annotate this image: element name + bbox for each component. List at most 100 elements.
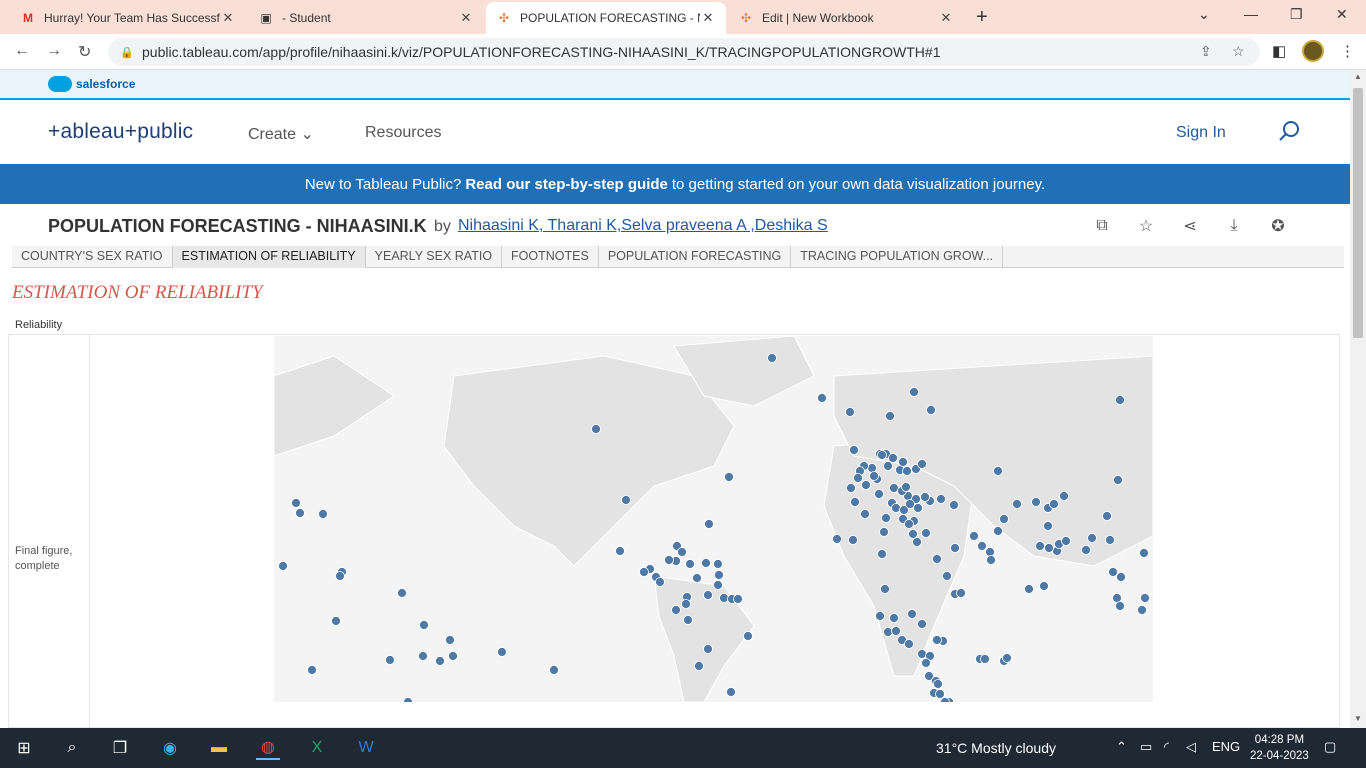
country-dot[interactable] — [874, 489, 884, 499]
country-dot[interactable] — [848, 535, 858, 545]
back-icon[interactable]: ← — [14, 42, 30, 60]
country-dot[interactable] — [885, 411, 895, 421]
country-dot[interactable] — [331, 616, 341, 626]
country-dot[interactable] — [1035, 541, 1045, 551]
minimize-icon[interactable]: — — [1244, 6, 1258, 22]
close-icon[interactable]: ✕ — [458, 10, 474, 26]
country-dot[interactable] — [549, 665, 559, 675]
country-dot[interactable] — [881, 513, 891, 523]
country-dot[interactable] — [704, 519, 714, 529]
country-dot[interactable] — [898, 457, 908, 467]
country-dot[interactable] — [912, 537, 922, 547]
country-dot[interactable] — [917, 619, 927, 629]
country-dot[interactable] — [891, 626, 901, 636]
country-dot[interactable] — [993, 526, 1003, 536]
country-dot[interactable] — [655, 577, 665, 587]
country-dot[interactable] — [639, 567, 649, 577]
country-dot[interactable] — [853, 473, 863, 483]
country-dot[interactable] — [908, 529, 918, 539]
scroll-up-icon[interactable]: ▲ — [1354, 72, 1362, 81]
country-dot[interactable] — [942, 571, 952, 581]
country-dot[interactable] — [867, 463, 877, 473]
country-dot[interactable] — [1049, 499, 1059, 509]
country-dot[interactable] — [920, 492, 930, 502]
weather-widget[interactable]: 31°C Mostly cloudy — [936, 740, 1056, 756]
tableau-public-logo[interactable]: +ableau+public — [48, 120, 193, 144]
restore-icon[interactable]: ❐ — [1290, 6, 1303, 23]
country-dot[interactable] — [318, 509, 328, 519]
scrollbar-thumb[interactable] — [1353, 88, 1363, 338]
country-dot[interactable] — [1012, 499, 1022, 509]
volume-icon[interactable]: ◁ — [1186, 739, 1196, 755]
chrome-icon[interactable]: ◍ — [256, 736, 280, 760]
country-dot[interactable] — [986, 555, 996, 565]
excel-icon[interactable]: X — [305, 736, 329, 760]
country-dot[interactable] — [1039, 581, 1049, 591]
download-icon[interactable]: ⤓ — [1224, 216, 1244, 236]
country-dot[interactable] — [917, 459, 927, 469]
country-dot[interactable] — [397, 588, 407, 598]
country-dot[interactable] — [850, 497, 860, 507]
country-dot[interactable] — [733, 594, 743, 604]
country-dot[interactable] — [1139, 548, 1149, 558]
country-dot[interactable] — [278, 561, 288, 571]
world-map[interactable] — [274, 336, 1153, 702]
tab-footnotes[interactable]: FOOTNOTES — [502, 246, 599, 268]
country-dot[interactable] — [445, 635, 455, 645]
country-dot[interactable] — [880, 584, 890, 594]
share-icon[interactable]: ⋖ — [1180, 216, 1200, 236]
country-dot[interactable] — [307, 665, 317, 675]
nav-create[interactable]: Create ⌄ — [248, 124, 314, 144]
favorite-icon[interactable]: ☆ — [1136, 216, 1156, 236]
country-dot[interactable] — [1105, 535, 1115, 545]
country-dot[interactable] — [861, 480, 871, 490]
reload-icon[interactable]: ↻ — [78, 42, 91, 62]
country-dot[interactable] — [877, 450, 887, 460]
country-dot[interactable] — [980, 654, 990, 664]
country-dot[interactable] — [956, 588, 966, 598]
country-dot[interactable] — [295, 508, 305, 518]
country-dot[interactable] — [714, 570, 724, 580]
battery-icon[interactable]: ▭ — [1140, 739, 1152, 755]
notifications-icon[interactable]: ▢ — [1324, 739, 1336, 755]
country-dot[interactable] — [591, 424, 601, 434]
country-dot[interactable] — [726, 687, 736, 697]
country-dot[interactable] — [883, 627, 893, 637]
country-dot[interactable] — [921, 528, 931, 538]
country-dot[interactable] — [888, 453, 898, 463]
country-dot[interactable] — [883, 461, 893, 471]
country-dot[interactable] — [1087, 533, 1097, 543]
country-dot[interactable] — [879, 527, 889, 537]
tab-countrys-sex-ratio[interactable]: COUNTRY'S SEX RATIO — [12, 246, 173, 268]
sign-in-link[interactable]: Sign In — [1176, 124, 1226, 142]
country-dot[interactable] — [703, 644, 713, 654]
country-dot[interactable] — [932, 554, 942, 564]
country-dot[interactable] — [419, 620, 429, 630]
menu-icon[interactable]: ⋮ — [1340, 42, 1355, 60]
close-icon[interactable]: ✕ — [938, 10, 954, 26]
country-dot[interactable] — [692, 573, 702, 583]
country-dot[interactable] — [1113, 475, 1123, 485]
chevron-down-icon[interactable]: ⌄ — [1198, 6, 1210, 23]
country-dot[interactable] — [846, 483, 856, 493]
country-dot[interactable] — [909, 387, 919, 397]
country-dot[interactable] — [1059, 491, 1069, 501]
country-dot[interactable] — [935, 689, 945, 699]
country-dot[interactable] — [832, 534, 842, 544]
search-icon[interactable] — [1278, 120, 1300, 142]
authors-link[interactable]: Nihaasini K, Tharani K,Selva praveena A … — [458, 217, 828, 235]
country-dot[interactable] — [969, 531, 979, 541]
word-icon[interactable]: W — [354, 736, 378, 760]
sidepanel-icon[interactable]: ◧ — [1272, 42, 1286, 60]
country-dot[interactable] — [685, 559, 695, 569]
country-dot[interactable] — [497, 647, 507, 657]
country-dot[interactable] — [291, 498, 301, 508]
edge-icon[interactable]: ◉ — [158, 736, 182, 760]
country-dot[interactable] — [713, 580, 723, 590]
page-scrollbar[interactable]: ▲ ▼ — [1350, 70, 1366, 728]
search-icon[interactable]: ⌕ — [60, 736, 84, 760]
country-dot[interactable] — [926, 405, 936, 415]
country-dot[interactable] — [1115, 395, 1125, 405]
country-dot[interactable] — [1140, 593, 1150, 603]
country-dot[interactable] — [999, 514, 1009, 524]
